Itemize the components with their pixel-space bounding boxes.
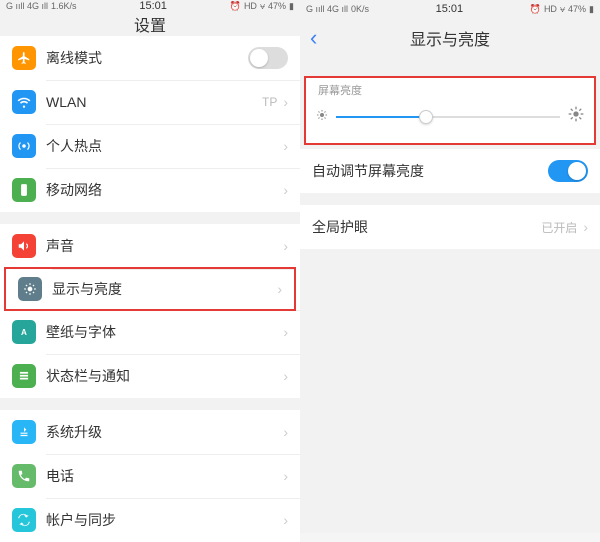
chevron-right-icon: › — [583, 219, 588, 235]
settings-screen: G ııll 4G ıll 1.6K/s 15:01 ⏰ HD ⩝ 47% ▮ … — [0, 0, 300, 533]
slider-track[interactable] — [336, 116, 560, 118]
chevron-right-icon: › — [283, 94, 288, 110]
row-label: 帐户与同步 — [46, 510, 283, 530]
page-title: 设置 — [134, 12, 166, 36]
row-label: 个人热点 — [46, 136, 283, 156]
wifi-icon — [12, 90, 36, 114]
brightness-icon — [18, 277, 42, 301]
brightness-slider[interactable] — [314, 102, 586, 131]
net-speed: 0K/s — [351, 4, 369, 14]
settings-row-wallpaper[interactable]: A 壁纸与字体› — [0, 310, 300, 354]
wallpaper-icon: A — [12, 320, 36, 344]
wifi-icon: ⩝ — [260, 1, 265, 12]
settings-list: 离线模式WLANTP›个人热点›移动网络›声音›显示与亮度›A壁纸与字体›状态栏… — [0, 36, 300, 542]
svg-text:A: A — [21, 328, 27, 337]
row-label: 系统升级 — [46, 422, 283, 442]
chevron-right-icon: › — [283, 512, 288, 528]
row-label: 状态栏与通知 — [46, 366, 283, 386]
update-icon — [12, 420, 36, 444]
eye-protection-label: 全局护眼 — [312, 217, 541, 237]
hotspot-icon — [12, 134, 36, 158]
row-label: 显示与亮度 — [52, 279, 277, 299]
nav-bar: 设置 — [0, 12, 300, 36]
battery-text: 47% — [568, 4, 586, 14]
chevron-right-icon: › — [283, 468, 288, 484]
row-value: TP — [262, 95, 277, 109]
sound-icon — [12, 234, 36, 258]
nav-bar: ‹ 显示与亮度 — [300, 18, 600, 58]
alarm-icon: ⏰ — [230, 1, 241, 12]
status-time: 15:01 — [139, 0, 167, 12]
status-bar: G ııll 4G ıll 1.6K/s 15:01 ⏰ HD ⩝ 47% ▮ — [0, 0, 300, 12]
row-label: 壁纸与字体 — [46, 322, 283, 342]
hd-icon: HD — [244, 1, 257, 11]
settings-row-phone[interactable]: 电话› — [0, 454, 300, 498]
row-label: 电话 — [46, 466, 283, 486]
settings-row-brightness[interactable]: 显示与亮度› — [4, 267, 296, 311]
net-speed: 1.6K/s — [51, 1, 77, 11]
page-title: 显示与亮度 — [410, 26, 490, 50]
row-label: 声音 — [46, 236, 283, 256]
settings-row-update[interactable]: 系统升级› — [0, 410, 300, 454]
phone-icon — [12, 464, 36, 488]
brightness-section-label: 屏幕亮度 — [314, 82, 586, 102]
settings-row-sound[interactable]: 声音› — [0, 224, 300, 268]
battery-text: 47% — [268, 1, 286, 11]
auto-brightness-row[interactable]: 自动调节屏幕亮度 — [300, 149, 600, 193]
settings-row-mobile[interactable]: 移动网络› — [0, 168, 300, 212]
settings-row-sync[interactable]: 帐户与同步› — [0, 498, 300, 542]
settings-row-plane[interactable]: 离线模式 — [0, 36, 300, 80]
eye-protection-value: 已开启 — [541, 219, 577, 236]
toggle[interactable] — [248, 47, 288, 69]
chevron-right-icon: › — [283, 182, 288, 198]
wifi-icon: ⩝ — [560, 4, 565, 15]
auto-brightness-toggle[interactable] — [548, 160, 588, 182]
signal-text: G ııll 4G ıll — [6, 1, 48, 11]
chevron-right-icon: › — [283, 238, 288, 254]
chevron-right-icon: › — [283, 324, 288, 340]
hd-icon: HD — [544, 4, 557, 14]
chevron-right-icon: › — [283, 368, 288, 384]
status-bar: G ııll 4G ıll 0K/s 15:01 ⏰ HD ⩝ 47% ▮ — [300, 0, 600, 18]
sync-icon — [12, 508, 36, 532]
row-label: 移动网络 — [46, 180, 283, 200]
display-brightness-screen: G ııll 4G ıll 0K/s 15:01 ⏰ HD ⩝ 47% ▮ ‹ … — [300, 0, 600, 533]
status-time: 15:01 — [436, 3, 464, 15]
slider-thumb[interactable] — [419, 110, 433, 124]
chevron-right-icon: › — [283, 138, 288, 154]
notify-icon — [12, 364, 36, 388]
signal-text: G ııll 4G ıll — [306, 4, 348, 14]
brightness-low-icon — [316, 108, 328, 126]
settings-row-wifi[interactable]: WLANTP › — [0, 80, 300, 124]
chevron-right-icon: › — [277, 281, 282, 297]
plane-icon — [12, 46, 36, 70]
battery-icon: ▮ — [289, 1, 294, 12]
brightness-high-icon — [568, 106, 584, 127]
alarm-icon: ⏰ — [530, 4, 541, 15]
back-button[interactable]: ‹ — [310, 25, 317, 51]
brightness-slider-box: 屏幕亮度 — [304, 76, 596, 145]
mobile-icon — [12, 178, 36, 202]
row-label: 离线模式 — [46, 48, 248, 68]
row-label: WLAN — [46, 94, 262, 110]
settings-row-notify[interactable]: 状态栏与通知› — [0, 354, 300, 398]
chevron-right-icon: › — [283, 424, 288, 440]
auto-brightness-label: 自动调节屏幕亮度 — [312, 161, 548, 181]
battery-icon: ▮ — [589, 4, 594, 15]
settings-row-hotspot[interactable]: 个人热点› — [0, 124, 300, 168]
eye-protection-row[interactable]: 全局护眼 已开启 › — [300, 205, 600, 249]
